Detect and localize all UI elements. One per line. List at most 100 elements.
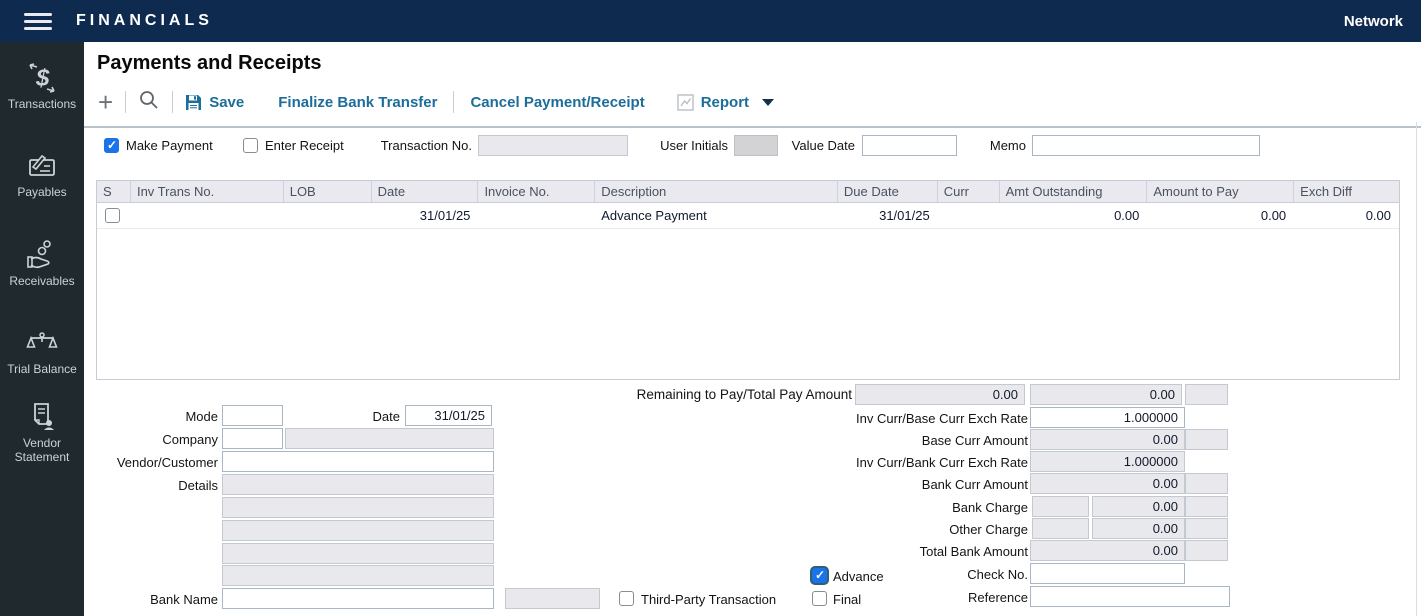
other-charge-label: Other Charge	[684, 519, 1028, 540]
check-no-input[interactable]	[1030, 563, 1185, 584]
table-header-row: S Inv Trans No. LOB Date Invoice No. Des…	[97, 181, 1399, 203]
enter-receipt-label: Enter Receipt	[265, 135, 344, 156]
remaining-total-label: Remaining to Pay/Total Pay Amount	[564, 384, 852, 405]
search-icon	[138, 89, 160, 111]
inv-base-rate-input[interactable]	[1030, 407, 1185, 428]
inv-bank-rate-label: Inv Curr/Bank Curr Exch Rate	[684, 452, 1028, 473]
bank-code-field	[505, 588, 600, 609]
scales-icon	[25, 329, 59, 359]
base-amount-aux-field	[1185, 429, 1228, 450]
bank-charge-aux-field	[1185, 496, 1228, 517]
hand-coins-icon	[25, 239, 59, 271]
chevron-down-icon	[762, 99, 774, 106]
column-header[interactable]: S	[97, 181, 131, 202]
advance-label: Advance	[833, 566, 884, 587]
column-header[interactable]: Inv Trans No.	[131, 181, 284, 202]
column-header[interactable]: Due Date	[838, 181, 938, 202]
cell-due-date: 31/01/25	[838, 208, 938, 223]
toolbar-divider	[172, 91, 173, 113]
column-header[interactable]: Description	[595, 181, 838, 202]
details-field-4	[222, 543, 494, 564]
search-button[interactable]	[138, 89, 160, 116]
toolbar: + Save Finalize Bank Transfer Ca	[98, 86, 774, 118]
base-amount-label: Base Curr Amount	[684, 430, 1028, 451]
report-chart-icon	[677, 94, 694, 111]
bank-amount-label: Bank Curr Amount	[684, 474, 1028, 495]
total-bank-amount-field: 0.00	[1030, 540, 1185, 561]
bank-amount-field: 0.00	[1030, 473, 1185, 494]
final-label: Final	[833, 589, 861, 610]
cell-amount-to-pay: 0.00	[1147, 208, 1294, 223]
transaction-no-label: Transaction No.	[372, 135, 472, 156]
network-status-label[interactable]: Network	[1344, 13, 1403, 30]
cancel-payment-receipt-button[interactable]: Cancel Payment/Receipt	[470, 94, 644, 111]
check-pen-icon	[25, 152, 59, 182]
sidebar-item-transactions[interactable]: $ Transactions	[0, 62, 84, 111]
scrollbar-track[interactable]	[1416, 122, 1417, 616]
finalize-bank-transfer-button[interactable]: Finalize Bank Transfer	[278, 94, 437, 111]
company-name-field	[285, 428, 494, 449]
page-title: Payments and Receipts	[97, 52, 322, 75]
invoice-table: S Inv Trans No. LOB Date Invoice No. Des…	[96, 180, 1400, 380]
details-label: Details	[84, 475, 218, 496]
other-charge-aux-field	[1185, 518, 1228, 539]
column-header[interactable]: Curr	[938, 181, 1000, 202]
bank-charge-field: 0.00	[1092, 496, 1185, 517]
other-charge-field: 0.00	[1092, 518, 1185, 539]
statement-person-icon	[25, 401, 59, 433]
reference-input[interactable]	[1030, 586, 1230, 607]
svg-text:$: $	[35, 65, 50, 92]
other-charge-code-field	[1032, 518, 1089, 539]
sidebar-item-label: Payables	[17, 185, 66, 199]
vendor-customer-label: Vendor/Customer	[84, 452, 218, 473]
column-header[interactable]: Amount to Pay	[1147, 181, 1294, 202]
third-party-checkbox[interactable]	[619, 591, 634, 606]
inv-bank-rate-field: 1.000000	[1030, 451, 1185, 472]
date-input[interactable]	[405, 405, 492, 426]
column-header[interactable]: LOB	[284, 181, 372, 202]
user-initials-label: User Initials	[644, 135, 728, 156]
save-button[interactable]: Save	[185, 94, 244, 111]
company-input[interactable]	[222, 428, 283, 449]
cell-date: 31/01/25	[372, 208, 479, 223]
column-header[interactable]: Date	[372, 181, 479, 202]
mode-input[interactable]	[222, 405, 283, 426]
sidebar-item-label: Vendor Statement	[0, 436, 84, 465]
vendor-customer-input[interactable]	[222, 451, 494, 472]
final-checkbox[interactable]	[812, 591, 827, 606]
memo-input[interactable]	[1032, 135, 1260, 156]
sidebar-item-receivables[interactable]: Receivables	[0, 239, 84, 288]
row-select-checkbox[interactable]	[105, 208, 120, 223]
sidebar-item-label: Receivables	[9, 274, 74, 288]
sidebar-item-payables[interactable]: Payables	[0, 152, 84, 199]
hamburger-menu-icon[interactable]	[24, 13, 54, 30]
sidebar-item-trial-balance[interactable]: Trial Balance	[0, 329, 84, 376]
bank-charge-code-field	[1032, 496, 1089, 517]
enter-receipt-checkbox[interactable]	[243, 138, 258, 153]
column-header[interactable]: Amt Outstanding	[1000, 181, 1148, 202]
report-dropdown-button[interactable]: Report	[677, 94, 774, 111]
make-payment-checkbox[interactable]	[104, 138, 119, 153]
top-bar: FINANCIALS Network	[0, 0, 1421, 42]
table-row[interactable]: 31/01/25 Advance Payment 31/01/25 0.00 0…	[97, 203, 1399, 229]
cell-exch-diff: 0.00	[1294, 208, 1399, 223]
column-header[interactable]: Invoice No.	[478, 181, 595, 202]
add-button[interactable]: +	[98, 91, 113, 113]
column-header[interactable]: Exch Diff	[1294, 181, 1399, 202]
details-field-5	[222, 565, 494, 586]
toolbar-divider	[453, 91, 454, 113]
save-icon	[185, 94, 202, 111]
details-field-1	[222, 474, 494, 495]
user-initials-field	[734, 135, 778, 156]
dollar-arrows-icon: $	[25, 62, 59, 94]
bank-name-input[interactable]	[222, 588, 494, 609]
third-party-label: Third-Party Transaction	[641, 589, 776, 610]
inv-base-rate-label: Inv Curr/Base Curr Exch Rate	[684, 408, 1028, 429]
app-title: FINANCIALS	[76, 12, 213, 30]
advance-checkbox[interactable]	[812, 568, 827, 583]
toolbar-divider-line	[84, 126, 1421, 128]
memo-label: Memo	[974, 135, 1026, 156]
bank-charge-label: Bank Charge	[684, 497, 1028, 518]
sidebar-item-vendor-statement[interactable]: Vendor Statement	[0, 401, 84, 465]
value-date-input[interactable]	[862, 135, 957, 156]
